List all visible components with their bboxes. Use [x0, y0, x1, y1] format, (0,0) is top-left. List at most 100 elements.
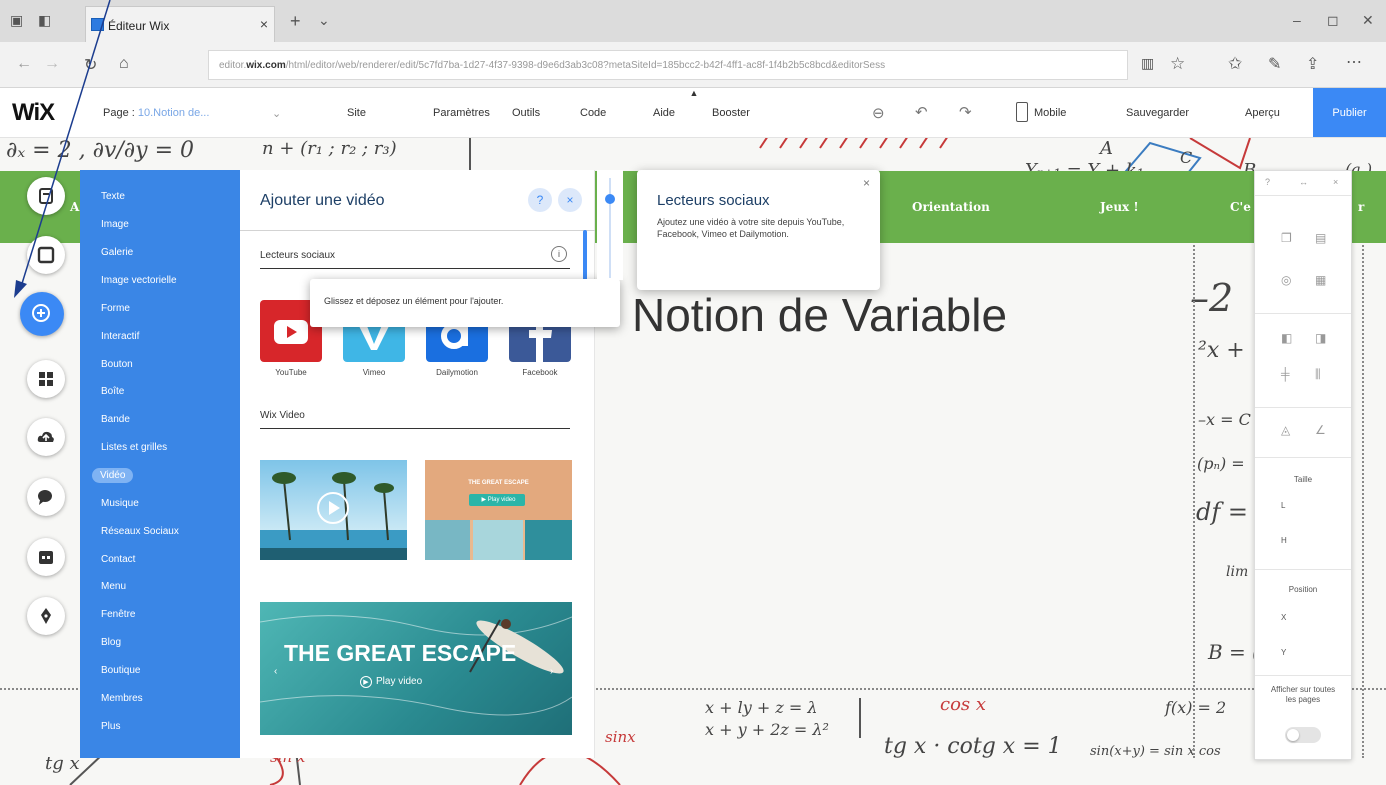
more-menu-icon[interactable]: ⋯ — [1346, 52, 1362, 72]
refresh-icon[interactable]: ↻ — [84, 55, 97, 75]
panel-section-slider[interactable] — [597, 170, 623, 280]
page-dropdown-chevron-icon[interactable]: ⌄ — [272, 107, 281, 120]
site-nav-orientation[interactable]: Orientation — [912, 200, 990, 214]
category-image-vectorielle[interactable]: Image vectorielle — [101, 275, 177, 286]
wix-video-thumb-escape[interactable]: THE GREAT ESCAPE ▶ Play video — [425, 460, 572, 560]
rail-chat-button[interactable] — [27, 478, 65, 516]
page-selector[interactable]: Page : 10.Notion de... — [103, 107, 209, 119]
rail-blog-button[interactable] — [27, 597, 65, 635]
rotate-icon[interactable]: ◬ — [1281, 423, 1290, 437]
category-interactif[interactable]: Interactif — [101, 331, 139, 342]
preview-button[interactable]: Aperçu — [1245, 107, 1280, 119]
y-input[interactable] — [1299, 644, 1329, 660]
url-field[interactable]: editor.wix.com/html/editor/web/renderer/… — [208, 50, 1128, 80]
rail-upload-button[interactable] — [27, 418, 65, 456]
category-fenetre[interactable]: Fenêtre — [101, 609, 135, 620]
arrange-backward-icon[interactable]: ◨ — [1315, 331, 1326, 345]
site-nav-partial[interactable]: C'e — [1230, 200, 1251, 214]
maximize-button[interactable]: ◻ — [1327, 12, 1339, 29]
collapse-handle-icon[interactable]: ▲ — [683, 88, 705, 102]
favorites-hub-icon[interactable]: ✩ — [1228, 54, 1242, 74]
menu-outils[interactable]: Outils — [512, 107, 540, 119]
favorite-star-icon[interactable]: ☆ — [1170, 54, 1185, 74]
category-texte[interactable]: Texte — [101, 191, 125, 202]
rail-bookings-button[interactable] — [27, 538, 65, 576]
slider-dot-active[interactable] — [605, 194, 615, 204]
category-boite[interactable]: Boîte — [101, 386, 124, 397]
mobile-icon[interactable] — [1016, 102, 1028, 122]
category-forme[interactable]: Forme — [101, 303, 130, 314]
toolbar-help-icon[interactable]: ? — [1265, 177, 1270, 187]
panel-close-button[interactable]: × — [558, 188, 582, 212]
paste-icon[interactable]: ▤ — [1315, 231, 1326, 245]
category-reseaux-sociaux[interactable]: Réseaux Sociaux — [101, 526, 179, 537]
height-input[interactable] — [1299, 532, 1329, 548]
category-contact[interactable]: Contact — [101, 554, 135, 565]
popover-close-icon[interactable]: × — [863, 176, 870, 190]
distribute-icon[interactable]: ⫼ — [1315, 367, 1321, 382]
back-tab-icon[interactable]: ◧ — [38, 12, 51, 29]
undo-icon[interactable]: ↶ — [915, 103, 928, 121]
category-image[interactable]: Image — [101, 219, 129, 230]
category-galerie[interactable]: Galerie — [101, 247, 133, 258]
x-input[interactable] — [1299, 609, 1329, 625]
help-button[interactable]: ? — [528, 188, 552, 212]
tab-actions-icon[interactable]: ▣ — [10, 12, 23, 29]
duplicate-icon[interactable]: ◎ — [1281, 273, 1291, 287]
menu-booster[interactable]: Booster — [712, 107, 750, 119]
category-membres[interactable]: Membres — [101, 693, 143, 704]
site-nav-partial[interactable]: r — [1358, 200, 1364, 214]
pen-notes-icon[interactable]: ✎ — [1268, 54, 1281, 74]
toolbar-close-icon[interactable]: × — [1333, 177, 1338, 187]
category-plus[interactable]: Plus — [101, 721, 120, 732]
rail-menus-pages-button[interactable] — [27, 177, 65, 215]
publish-button[interactable]: Publier — [1313, 88, 1386, 137]
delete-icon[interactable]: ▦ — [1315, 273, 1326, 287]
save-button[interactable]: Sauvegarder — [1126, 107, 1189, 119]
menu-code[interactable]: Code — [580, 107, 606, 119]
category-blog[interactable]: Blog — [101, 637, 121, 648]
tab-list-icon[interactable]: ⌄ — [318, 12, 330, 29]
info-icon[interactable]: i — [551, 246, 567, 262]
math-text: A — [1100, 138, 1113, 159]
site-nav-jeux[interactable]: Jeux ! — [1100, 200, 1139, 214]
redo-icon[interactable]: ↷ — [959, 103, 972, 121]
category-listes-grilles[interactable]: Listes et grilles — [101, 442, 167, 453]
angle-icon[interactable]: ∠ — [1315, 423, 1326, 437]
copy-icon[interactable]: ❐ — [1281, 231, 1292, 245]
close-window-button[interactable]: ✕ — [1362, 12, 1374, 29]
browser-tab-active[interactable]: Éditeur Wix × — [85, 6, 275, 42]
arrange-forward-icon[interactable]: ◧ — [1281, 331, 1292, 345]
category-bande[interactable]: Bande — [101, 414, 130, 425]
show-on-all-pages-toggle[interactable] — [1285, 727, 1321, 743]
rail-background-button[interactable] — [27, 236, 65, 274]
width-input[interactable] — [1299, 497, 1329, 513]
home-icon[interactable]: ⌂ — [119, 55, 129, 73]
category-video-selected[interactable]: Vidéo — [92, 468, 134, 483]
mobile-view-button[interactable]: Mobile — [1034, 107, 1066, 119]
zoom-icon[interactable]: ⊖ — [872, 104, 885, 122]
menu-aide[interactable]: Aide — [653, 107, 675, 119]
reading-view-icon[interactable]: ▥ — [1141, 55, 1154, 72]
share-icon[interactable]: ⇪ — [1306, 54, 1319, 74]
align-icon[interactable]: ╪ — [1281, 367, 1290, 381]
popover-title: Lecteurs sociaux — [657, 192, 770, 209]
menu-site[interactable]: Site — [347, 107, 366, 119]
new-tab-icon[interactable]: + — [290, 11, 301, 32]
category-bouton[interactable]: Bouton — [101, 359, 133, 370]
wix-video-thumb-palms[interactable] — [260, 460, 407, 560]
tab-close-icon[interactable]: × — [260, 16, 268, 32]
rail-add-button[interactable] — [20, 292, 64, 336]
category-menu[interactable]: Menu — [101, 581, 126, 592]
toolbar-expand-icon[interactable]: ↔ — [1299, 177, 1308, 187]
page-heading[interactable]: Notion de Variable — [632, 288, 1007, 342]
category-musique[interactable]: Musique — [101, 498, 139, 509]
back-arrow-icon[interactable]: ← — [16, 55, 32, 73]
site-nav-partial[interactable]: A — [70, 200, 79, 214]
wix-video-thumb-featured[interactable]: ‹ › THE GREAT ESCAPE ▶ Play video — [260, 602, 572, 735]
forward-arrow-icon[interactable]: → — [44, 55, 60, 73]
rail-apps-button[interactable] — [27, 360, 65, 398]
category-boutique[interactable]: Boutique — [101, 665, 140, 676]
minimize-button[interactable]: – — [1293, 12, 1301, 28]
menu-parametres[interactable]: Paramètres — [433, 107, 490, 119]
